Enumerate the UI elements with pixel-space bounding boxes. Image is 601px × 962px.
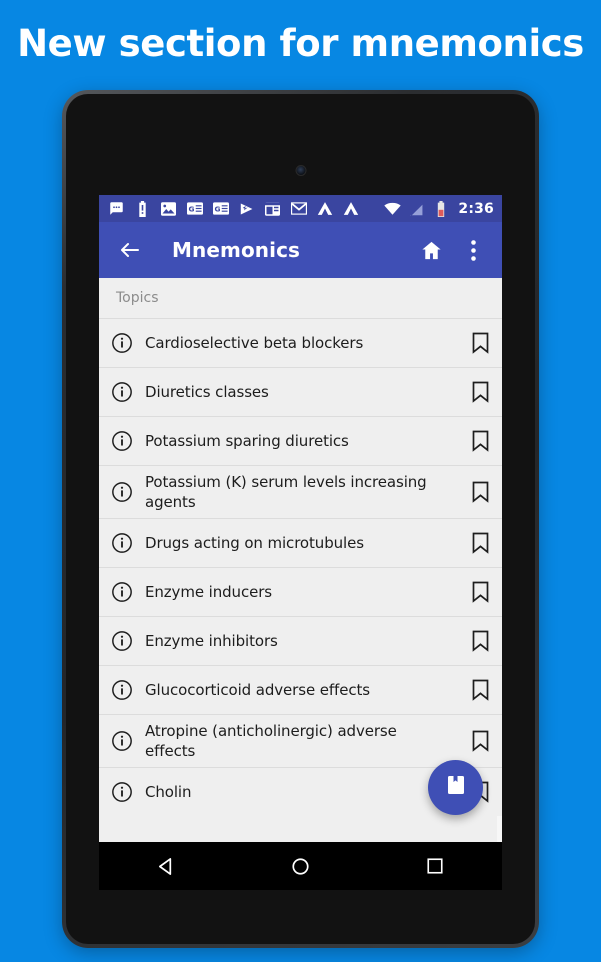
device-screen: G G 2:36 Mnemonics Topics Cardioselectiv…: [99, 195, 502, 842]
app-triangle-icon-2: [342, 200, 359, 217]
info-icon[interactable]: [99, 730, 145, 752]
info-icon[interactable]: [99, 532, 145, 554]
info-icon[interactable]: [99, 332, 145, 354]
section-header-topics: Topics: [99, 278, 502, 318]
list-item[interactable]: Potassium sparing diuretics: [99, 416, 502, 465]
list-item-label: Diuretics classes: [145, 383, 269, 401]
list-item-label: Drugs acting on microtubules: [145, 534, 364, 552]
list-item[interactable]: Glucocorticoid adverse effects: [99, 665, 502, 714]
list-item[interactable]: Diuretics classes: [99, 367, 502, 416]
no-signal-icon: [408, 200, 425, 217]
info-icon[interactable]: [99, 630, 145, 652]
info-icon[interactable]: [99, 581, 145, 603]
list-item-label: Potassium (K) serum levels increasing ag…: [145, 473, 427, 511]
list-item[interactable]: Potassium (K) serum levels increasing ag…: [99, 465, 502, 518]
promo-canvas: New section for mnemonics G G 2:36 Mnemo…: [0, 0, 601, 962]
battery-icon: [432, 200, 449, 217]
page-title: Mnemonics: [172, 238, 301, 262]
info-icon[interactable]: [99, 430, 145, 452]
bookmark-outline-icon[interactable]: [458, 332, 502, 354]
status-bar-right-group: 2:36: [384, 200, 494, 217]
tablet-device-frame: G G 2:36 Mnemonics Topics Cardioselectiv…: [62, 90, 539, 948]
info-icon[interactable]: [99, 781, 145, 803]
nav-home-circle-icon[interactable]: [277, 843, 323, 889]
overflow-menu-icon[interactable]: [458, 235, 488, 265]
bookmark-outline-icon[interactable]: [458, 430, 502, 452]
list-item-label: Atropine (anticholinergic) adverse effec…: [145, 722, 397, 760]
bookmark-outline-icon[interactable]: [458, 679, 502, 701]
list-item-label: Glucocorticoid adverse effects: [145, 681, 371, 699]
app-bar: Mnemonics: [99, 222, 502, 278]
list-item-label: Cardioselective beta blockers: [145, 334, 364, 352]
info-icon[interactable]: [99, 481, 145, 503]
list-item-label: Cholin: [145, 783, 192, 801]
topic-list[interactable]: Cardioselective beta blockers Diuretics …: [99, 318, 502, 842]
back-arrow-icon[interactable]: [115, 235, 145, 265]
google-news-icon: G: [186, 200, 203, 217]
android-nav-bar: [99, 842, 502, 890]
list-item[interactable]: Atropine (anticholinergic) adverse effec…: [99, 714, 502, 767]
wifi-icon: [384, 200, 402, 217]
info-icon[interactable]: [99, 381, 145, 403]
bookmark-outline-icon[interactable]: [458, 730, 502, 752]
google-news-icon-2: G: [212, 200, 229, 217]
play-icon: [238, 200, 255, 217]
nav-recents-square-icon[interactable]: [412, 843, 458, 889]
bookmarks-fab-button[interactable]: [428, 760, 483, 815]
bookmarks-book-icon: [444, 773, 468, 802]
list-item[interactable]: Cardioselective beta blockers: [99, 318, 502, 367]
battery-alert-icon: [134, 200, 151, 217]
bookmark-outline-icon[interactable]: [458, 581, 502, 603]
list-item[interactable]: Enzyme inducers: [99, 567, 502, 616]
tablet-bezel: G G 2:36 Mnemonics Topics Cardioselectiv…: [66, 94, 535, 944]
bookmark-outline-icon[interactable]: [458, 381, 502, 403]
list-item[interactable]: Enzyme inhibitors: [99, 616, 502, 665]
nav-back-triangle-icon[interactable]: [143, 843, 189, 889]
status-bar-clock: 2:36: [458, 200, 494, 217]
list-item-label: Enzyme inducers: [145, 583, 273, 601]
info-icon[interactable]: [99, 679, 145, 701]
list-item-label: Enzyme inhibitors: [145, 632, 278, 650]
gmail-icon: [290, 200, 307, 217]
status-bar: G G 2:36: [99, 195, 502, 222]
bookmark-outline-icon[interactable]: [458, 481, 502, 503]
app-triangle-icon: [316, 200, 333, 217]
home-icon[interactable]: [416, 235, 446, 265]
list-item[interactable]: Drugs acting on microtubules: [99, 518, 502, 567]
svg-text:G: G: [188, 204, 194, 213]
bookmark-outline-icon[interactable]: [458, 532, 502, 554]
calendar-icon: [264, 200, 281, 217]
front-camera-icon: [295, 165, 306, 176]
promo-headline: New section for mnemonics: [17, 22, 584, 65]
photo-icon: [160, 200, 177, 217]
messages-icon: [108, 200, 125, 217]
svg-text:G: G: [214, 204, 220, 213]
list-item-label: Potassium sparing diuretics: [145, 432, 349, 450]
bookmark-outline-icon[interactable]: [458, 630, 502, 652]
